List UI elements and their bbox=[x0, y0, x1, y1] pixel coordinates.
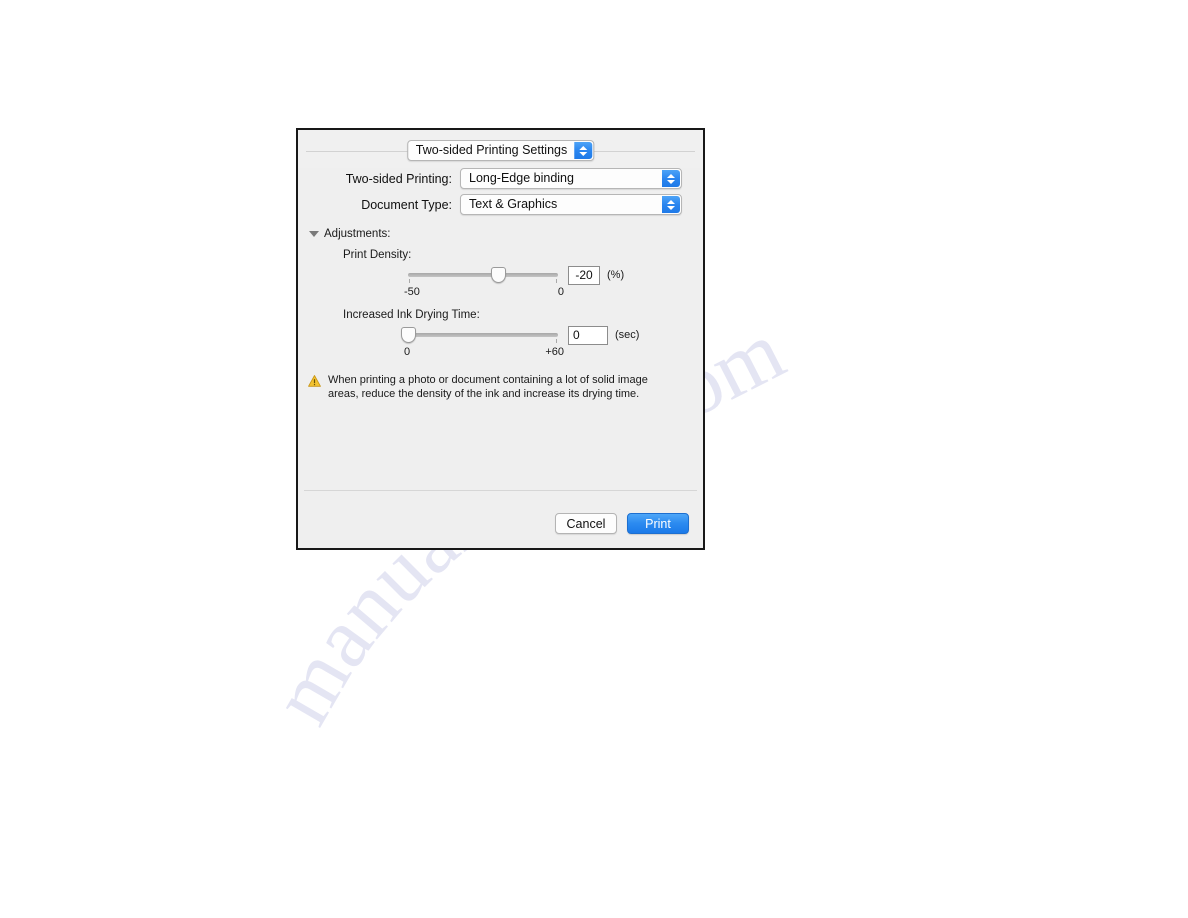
ink-drying-time-row: 0 (sec) bbox=[401, 324, 703, 346]
document-type-select[interactable]: Text & Graphics bbox=[460, 194, 682, 215]
ink-drying-time-min-label: 0 bbox=[404, 346, 411, 358]
dialog-body: Two-sided Printing Settings Two-sided Pr… bbox=[298, 130, 703, 548]
dialog-footer: Cancel Print bbox=[555, 513, 689, 534]
chevron-down-icon bbox=[667, 205, 675, 210]
document-type-label: Document Type: bbox=[361, 197, 452, 212]
two-sided-printing-select[interactable]: Long-Edge binding bbox=[460, 168, 682, 189]
warning-note: When printing a photo or document contai… bbox=[308, 373, 668, 401]
ink-drying-time-label: Increased Ink Drying Time: bbox=[343, 309, 480, 321]
ink-drying-time-unit: (sec) bbox=[615, 329, 640, 341]
two-sided-printing-value: Long-Edge binding bbox=[469, 171, 574, 185]
ink-drying-time-max-label: +60 bbox=[545, 346, 564, 358]
adjustments-label: Adjustments: bbox=[324, 228, 391, 240]
cancel-button[interactable]: Cancel bbox=[555, 513, 617, 534]
pane-popup-wrapper: Two-sided Printing Settings bbox=[406, 140, 595, 161]
stepper-updown-icon[interactable] bbox=[662, 196, 680, 213]
settings-form: Two-sided Printing: Long-Edge binding Do… bbox=[298, 168, 703, 401]
footer-divider bbox=[304, 490, 697, 491]
two-sided-printing-label: Two-sided Printing: bbox=[345, 171, 452, 186]
warning-text: When printing a photo or document contai… bbox=[328, 374, 648, 400]
print-dialog: Two-sided Printing Settings Two-sided Pr… bbox=[296, 128, 705, 550]
print-density-min-label: -50 bbox=[404, 286, 420, 298]
pane-select-label: Two-sided Printing Settings bbox=[415, 143, 568, 157]
chevron-up-icon bbox=[667, 173, 675, 178]
slider-thumb[interactable] bbox=[401, 327, 416, 343]
ink-drying-time-scale: 0 +60 bbox=[404, 346, 564, 360]
row-two-sided-printing: Two-sided Printing: Long-Edge binding bbox=[298, 168, 703, 189]
ink-drying-time-slider[interactable] bbox=[401, 324, 558, 346]
warning-triangle-icon bbox=[308, 374, 321, 401]
row-document-type: Document Type: Text & Graphics bbox=[298, 194, 703, 215]
print-density-max-label: 0 bbox=[557, 286, 564, 298]
pane-header: Two-sided Printing Settings bbox=[298, 130, 703, 168]
stepper-updown-icon[interactable] bbox=[574, 142, 593, 159]
print-density-input[interactable]: -20 bbox=[568, 265, 600, 285]
print-density-slider[interactable] bbox=[408, 264, 558, 286]
print-density-scale: -50 0 bbox=[404, 286, 564, 300]
slider-tick-min bbox=[409, 279, 410, 283]
print-button[interactable]: Print bbox=[627, 513, 689, 534]
ink-drying-time-input[interactable]: 0 bbox=[568, 325, 608, 345]
chevron-up-icon bbox=[579, 145, 588, 150]
slider-thumb[interactable] bbox=[491, 267, 506, 283]
adjustments-disclosure[interactable]: Adjustments: bbox=[309, 228, 703, 240]
chevron-up-icon bbox=[667, 199, 675, 204]
slider-track bbox=[408, 333, 558, 337]
triangle-down-icon bbox=[309, 231, 319, 237]
print-density-label: Print Density: bbox=[343, 249, 412, 261]
print-density-row: -20 (%) bbox=[408, 264, 703, 286]
pane-select-popup[interactable]: Two-sided Printing Settings bbox=[406, 140, 595, 161]
document-type-value: Text & Graphics bbox=[469, 197, 558, 211]
slider-tick-max bbox=[556, 279, 557, 283]
print-density-unit: (%) bbox=[607, 269, 625, 281]
slider-track bbox=[408, 273, 558, 277]
chevron-down-icon bbox=[579, 151, 588, 156]
chevron-down-icon bbox=[667, 179, 675, 184]
adjustments-panel: Print Density: -20 (%) -50 0 Increased I… bbox=[343, 249, 703, 360]
slider-tick-max bbox=[556, 339, 557, 343]
stepper-updown-icon[interactable] bbox=[662, 170, 680, 187]
